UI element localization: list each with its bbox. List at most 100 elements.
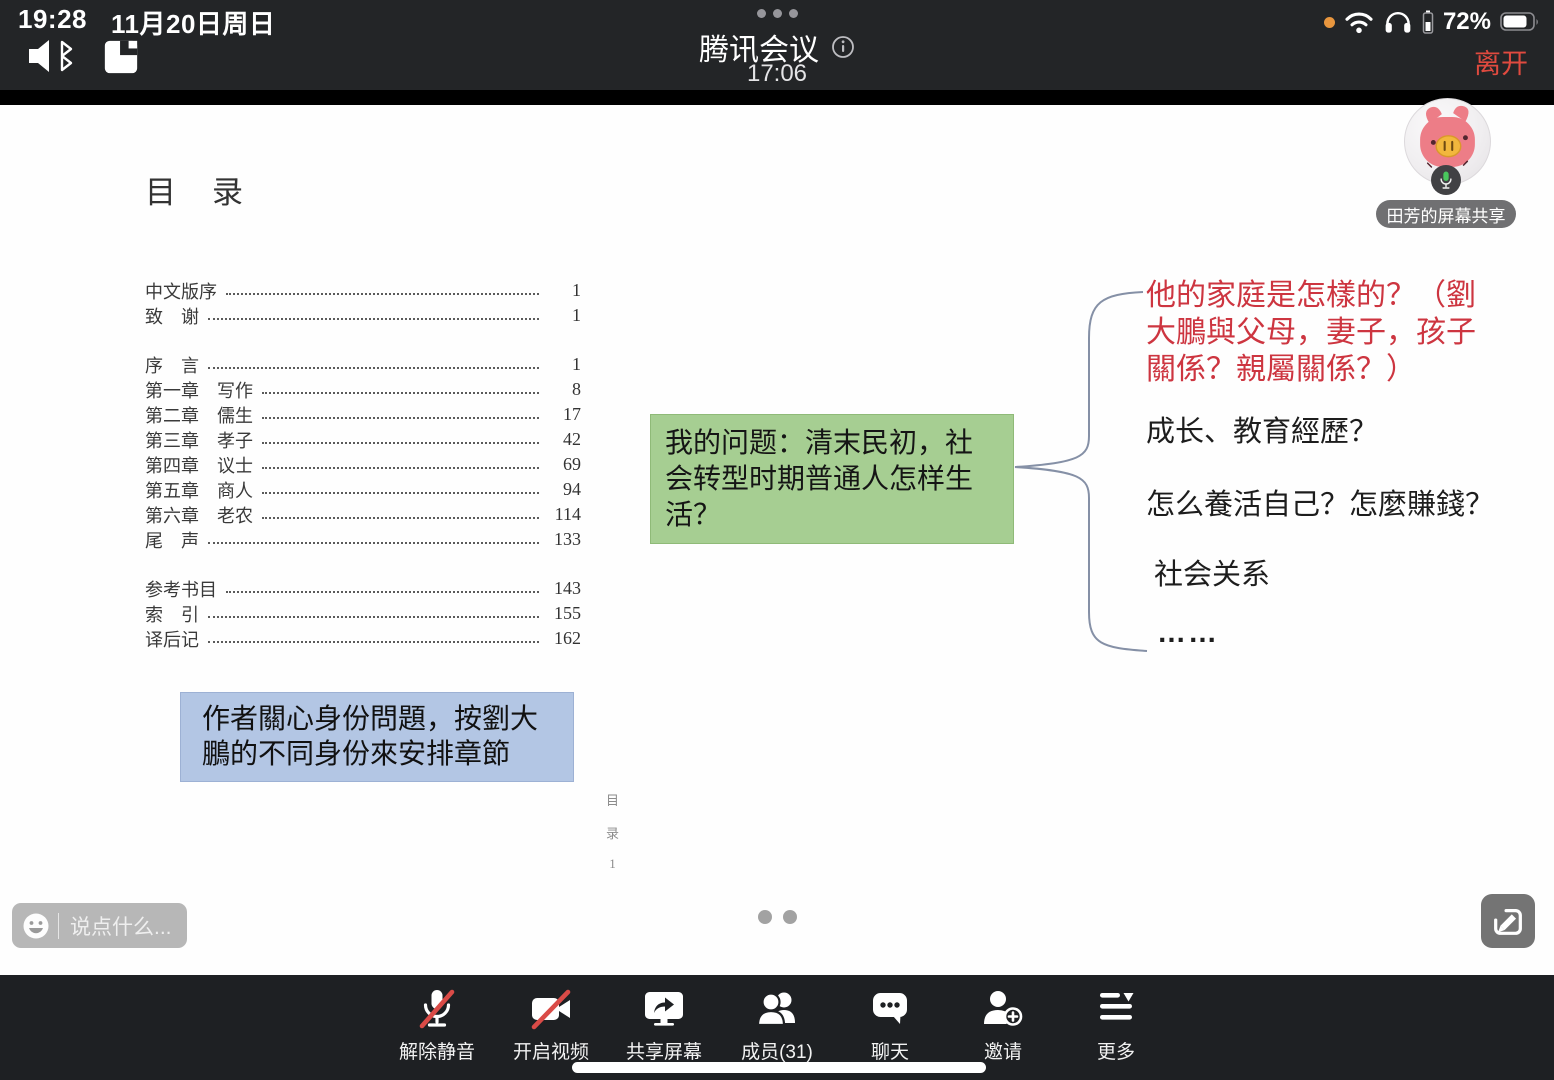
status-and-meeting-header: 19:28 11月20日周日 腾讯会议 17:06 [0, 0, 1554, 90]
toc-label: 致 谢 [145, 303, 199, 329]
battery-icon [1500, 12, 1540, 32]
pencil-annotate-icon [1490, 903, 1526, 939]
toc-dotted-leader [226, 591, 539, 593]
battery-percent: 72% [1443, 8, 1491, 36]
members-icon [753, 985, 801, 1033]
toc-label: 第五章 商人 [145, 477, 253, 503]
toc-row: 第六章 老农 114 [145, 502, 581, 527]
toc-dotted-leader [208, 542, 539, 544]
home-indicator[interactable] [572, 1062, 986, 1073]
multitask-dots-icon[interactable] [0, 9, 1554, 18]
mic-active-icon [1438, 170, 1454, 190]
toc-label: 第六章 老农 [145, 502, 253, 528]
toolbar-invite-button[interactable]: 邀请 [943, 985, 1063, 1064]
toc-dotted-leader [208, 367, 539, 369]
toc-group: 参考书目143索 引155译后记162 [145, 576, 581, 651]
toc-page-number: 143 [545, 578, 581, 599]
headphones-icon [1383, 9, 1413, 35]
annotation-tool-button[interactable] [1481, 894, 1535, 948]
annotation-item: 成长、教育經歷？ [1146, 408, 1378, 450]
toc-label: 索 引 [145, 601, 199, 627]
leave-meeting-button[interactable]: 离开 [1474, 42, 1528, 81]
wifi-icon [1344, 10, 1374, 34]
page-dot [758, 910, 772, 924]
toc-page-number: 17 [545, 404, 581, 425]
toc-row: 序 言 1 [145, 352, 581, 377]
toc-dotted-leader [262, 517, 539, 519]
toolbar-share-screen-button[interactable]: 共享屏幕 [604, 985, 724, 1064]
toc-title: 目录 [145, 167, 279, 212]
more-menu-icon [1092, 985, 1140, 1033]
toc-row: 译后记 162 [145, 626, 581, 651]
toolbar-start-video-button[interactable]: 开启视频 [491, 985, 611, 1064]
toc-dotted-leader [262, 417, 539, 419]
toc-dotted-leader [208, 616, 539, 618]
toc-dotted-leader [208, 318, 539, 320]
toc-page-number: 1 [545, 305, 581, 326]
meeting-timer: 17:06 [0, 60, 1554, 88]
presenter-name-pill: 田芳的屏幕共享 [1376, 200, 1516, 228]
annotation-item: …… [1157, 617, 1219, 650]
toc-row: 第二章 儒生17 [145, 402, 581, 427]
toc-label: 第三章 孝子 [145, 427, 253, 453]
red-annotation-text: 他的家庭是怎樣的？（劉大鵬與父母，妻子，孩子關係？親屬關係？） [1146, 277, 1498, 388]
toc-label: 第一章 写作 [145, 377, 253, 403]
toolbar-unmute-button[interactable]: 解除静音 [377, 985, 497, 1064]
toolbar-label: 邀请 [984, 1037, 1022, 1064]
toc-page-number: 114 [545, 504, 581, 525]
toc-page-number: 69 [545, 454, 581, 475]
toolbar-label: 更多 [1097, 1037, 1135, 1064]
page-dot [783, 910, 797, 924]
toolbar-members-button[interactable]: 成员(31) [717, 985, 837, 1064]
toc-row: 第五章 商人94 [145, 477, 581, 502]
footer-char: 目 [606, 790, 619, 809]
toc-dotted-leader [262, 392, 539, 394]
toc-row: 第一章 写作 8 [145, 377, 581, 402]
toolbar-label: 成员(31) [741, 1037, 813, 1064]
toc-label: 中文版序 [145, 278, 217, 304]
toc-dotted-leader [208, 641, 539, 643]
toc-page-number: 42 [545, 429, 581, 450]
toc-row: 第四章 议士 69 [145, 452, 581, 477]
toc-page-number: 133 [545, 529, 581, 550]
mic-muted-icon [413, 985, 461, 1033]
tencent-meeting-screen: 19:28 11月20日周日 腾讯会议 17:06 [0, 0, 1554, 1080]
toc-row: 中文版序 1 [145, 278, 581, 303]
info-icon[interactable] [831, 35, 855, 59]
mic-in-use-dot-icon [1324, 17, 1335, 28]
header-divider [0, 90, 1554, 105]
toc-dotted-leader [226, 293, 539, 295]
presenter-mic-badge [1431, 165, 1461, 195]
toc-label: 译后记 [145, 626, 199, 652]
toc-row: 第三章 孝子 42 [145, 427, 581, 452]
toc-page-number: 8 [545, 379, 581, 400]
page-indicator-dots [0, 910, 1554, 924]
toolbar-label: 聊天 [871, 1037, 909, 1064]
chat-bubble-icon [866, 985, 914, 1033]
toc-page-number: 162 [545, 628, 581, 649]
toc-label: 第四章 议士 [145, 452, 253, 478]
green-annotation-box: 我的问题：清末民初，社会转型时期普通人怎样生活？ [650, 414, 1014, 544]
toc-dotted-leader [262, 492, 539, 494]
invite-person-icon [979, 985, 1027, 1033]
footer-char: 录 [606, 823, 619, 842]
annotation-item: 社会关系 [1154, 551, 1270, 593]
toolbar-more-button[interactable]: 更多 [1056, 985, 1176, 1064]
toc-group: 中文版序 1 致 谢 1 [145, 278, 581, 328]
toc-label: 参考书目 [145, 576, 217, 602]
toc-dotted-leader [262, 467, 539, 469]
toc-row: 尾 声 133 [145, 527, 581, 552]
toc-label: 序 言 [145, 352, 199, 378]
share-screen-icon [640, 985, 688, 1033]
toc-dotted-leader [262, 442, 539, 444]
toc-group: 序 言1第一章 写作8第二章 儒生17第三章 孝子42第四章 议士69第五章 商… [145, 352, 581, 552]
toc-label: 尾 声 [145, 527, 199, 553]
toc-row: 参考书目 143 [145, 576, 581, 601]
toc-row: 致 谢 1 [145, 303, 581, 328]
toc-page-number: 1 [545, 354, 581, 375]
book-page-footer: 目 录 1 [606, 790, 619, 872]
toolbar-chat-button[interactable]: 聊天 [830, 985, 950, 1064]
annotation-item: 怎么養活自己？怎麼賺錢？ [1146, 481, 1494, 523]
toc-page-number: 1 [545, 280, 581, 301]
camera-off-icon [527, 985, 575, 1033]
